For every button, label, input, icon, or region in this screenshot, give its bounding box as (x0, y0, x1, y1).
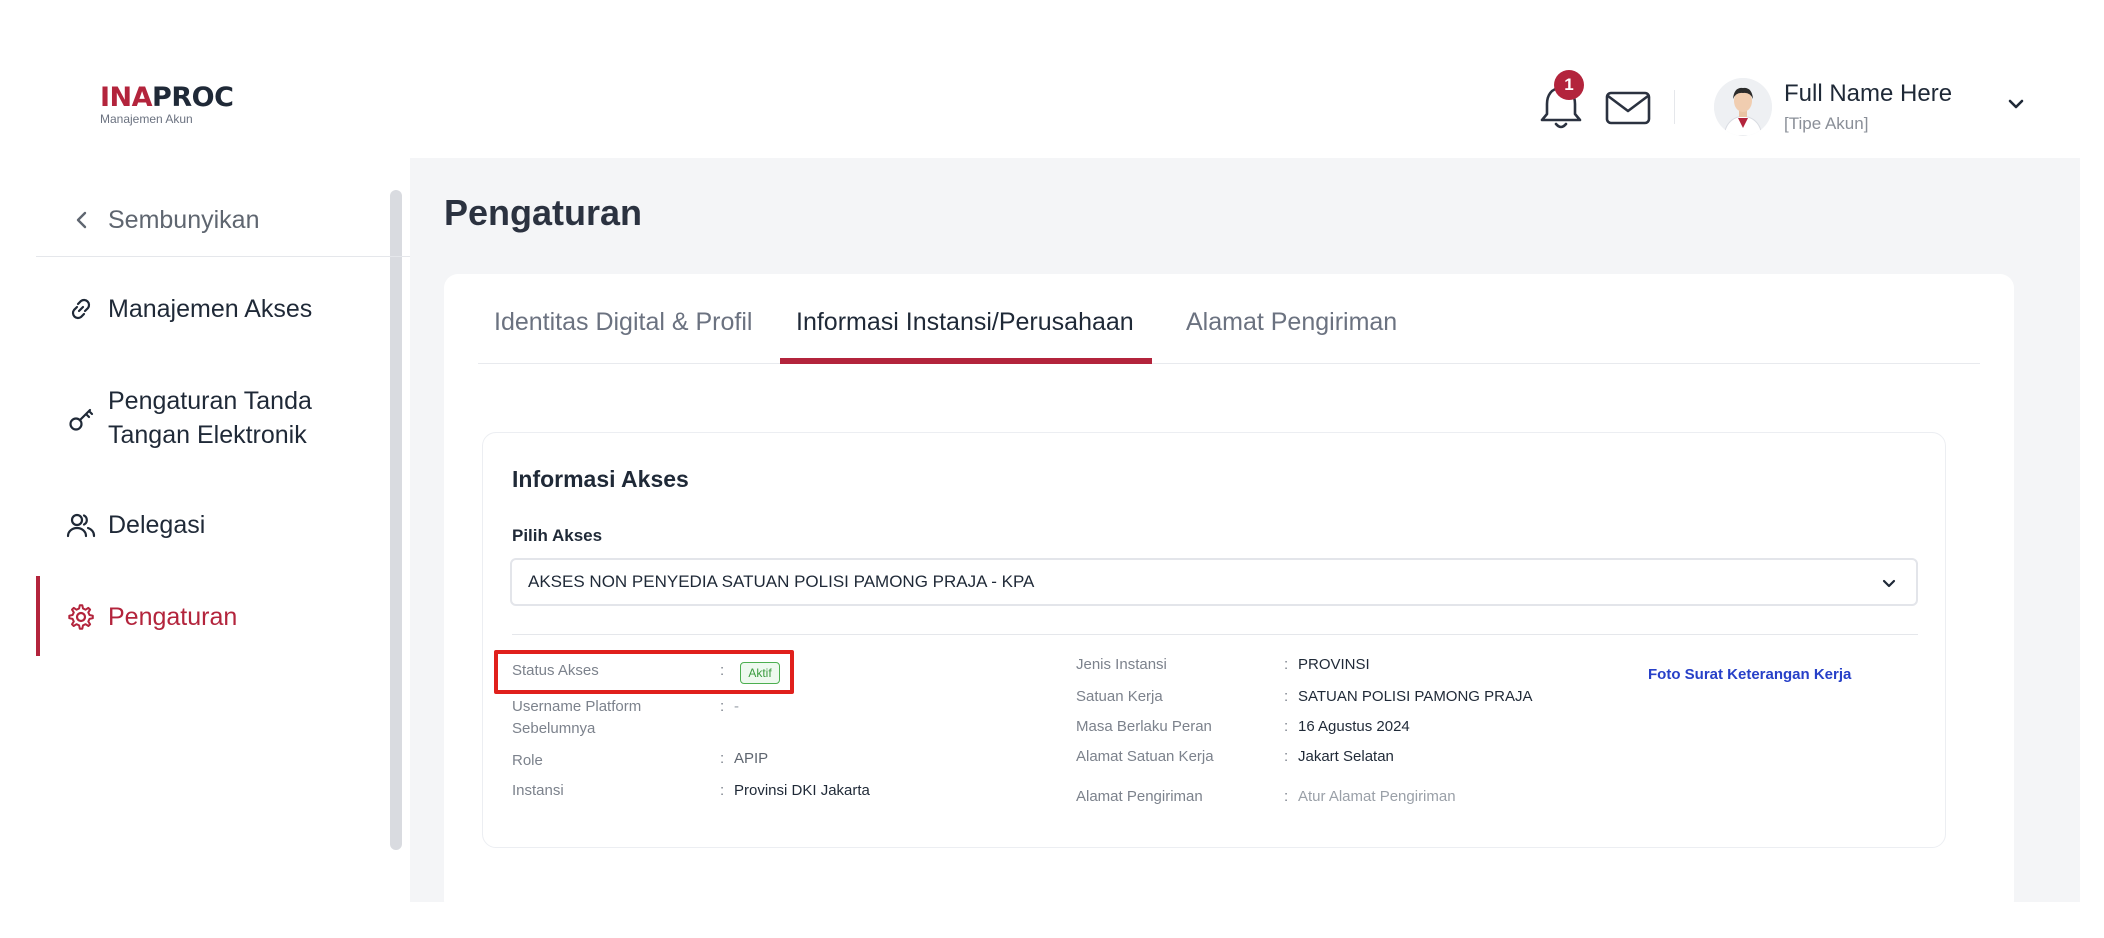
logo-proc-text: PROC (152, 82, 234, 113)
sidebar-item-manajemen-akses[interactable]: Manajemen Akses (66, 292, 312, 326)
user-name[interactable]: Full Name Here (1784, 80, 1952, 108)
alamat-satuan-kerja-label: Alamat Satuan Kerja (1076, 748, 1214, 765)
active-tab-indicator (780, 358, 1152, 364)
colon: : (1284, 688, 1289, 705)
role-value: APIP (734, 750, 769, 767)
sidebar-item-label: Delegasi (108, 511, 206, 539)
sidebar-item-pengaturan[interactable]: Pengaturan (66, 600, 237, 634)
sidebar-scrollbar[interactable] (390, 190, 402, 850)
tab-alamat-pengiriman[interactable]: Alamat Pengiriman (1186, 308, 1397, 337)
hide-sidebar-button[interactable]: Sembunyikan (72, 200, 259, 240)
sidebar-item-label: Manajemen Akses (108, 295, 313, 323)
select-value: AKSES NON PENYEDIA SATUAN POLISI PAMONG … (528, 572, 1035, 591)
active-nav-indicator (36, 576, 40, 656)
avatar[interactable] (1714, 78, 1772, 136)
chevron-down-icon (1882, 579, 1896, 588)
logo-subtitle: Manajemen Akun (100, 112, 193, 126)
chevron-down-icon[interactable] (2004, 92, 2028, 116)
tab-bar: Identitas Digital & Profil Informasi Ins… (478, 290, 1980, 364)
masa-berlaku-label: Masa Berlaku Peran (1076, 718, 1212, 735)
header-divider (1674, 90, 1675, 124)
key-icon (66, 402, 96, 436)
link-icon (66, 292, 96, 326)
notification-badge: 1 (1554, 70, 1584, 100)
informasi-akses-card (482, 432, 1946, 848)
colon: : (1284, 748, 1289, 765)
masa-berlaku-value: 16 Agustus 2024 (1298, 718, 1410, 735)
colon: : (1284, 718, 1289, 735)
gear-icon (66, 600, 96, 634)
sidebar-item-label: Pengaturan Tanda (108, 387, 312, 415)
users-icon (66, 508, 96, 542)
tab-informasi-instansi[interactable]: Informasi Instansi/Perusahaan (796, 308, 1134, 337)
card-title: Informasi Akses (512, 466, 689, 492)
page-title: Pengaturan (444, 192, 643, 233)
colon: : (720, 750, 725, 767)
mail-icon[interactable] (1604, 88, 1652, 128)
hide-sidebar-label: Sembunyikan (108, 205, 260, 234)
satuan-kerja-label: Satuan Kerja (1076, 688, 1163, 705)
sidebar-item-delegasi[interactable]: Delegasi (66, 508, 205, 542)
highlight-box (494, 650, 794, 694)
pilih-akses-label: Pilih Akses (512, 526, 603, 545)
tab-identitas-digital[interactable]: Identitas Digital & Profil (494, 308, 752, 337)
jenis-instansi-value: PROVINSI (1298, 656, 1370, 673)
role-label: Role (512, 752, 543, 769)
instansi-label: Instansi (512, 782, 564, 799)
foto-surat-keterangan-kerja-link[interactable]: Foto Surat Keterangan Kerja (1648, 666, 1851, 683)
instansi-value: Provinsi DKI Jakarta (734, 782, 870, 799)
sidebar-item-label: Pengaturan (108, 603, 238, 631)
top-header: INAPROC Manajemen Akun 1 Full Name Here … (36, 50, 2068, 158)
app-logo[interactable]: INAPROC Manajemen Akun (100, 82, 234, 127)
colon: : (1284, 656, 1289, 673)
colon: : (1284, 788, 1289, 805)
alamat-pengiriman-label: Alamat Pengiriman (1076, 788, 1203, 805)
card-divider (512, 634, 1918, 635)
chevron-left-icon (76, 211, 87, 229)
username-platform-value: - (734, 698, 739, 715)
pilih-akses-select[interactable]: AKSES NON PENYEDIA SATUAN POLISI PAMONG … (510, 558, 1918, 606)
atur-alamat-pengiriman-link[interactable]: Atur Alamat Pengiriman (1298, 788, 1456, 805)
alamat-satuan-kerja-value: Jakart Selatan (1298, 748, 1394, 765)
colon: : (720, 698, 725, 715)
colon: : (720, 782, 725, 799)
logo-ina-text: INA (100, 82, 153, 113)
sidebar-item-label-line2: Tangan Elektronik (108, 421, 307, 449)
sidebar-divider (36, 256, 410, 257)
sidebar-item-pengaturan-tanda-tangan[interactable]: Pengaturan Tanda Tangan Elektronik (66, 384, 312, 452)
user-type: [Tipe Akun] (1784, 114, 1869, 133)
jenis-instansi-label: Jenis Instansi (1076, 656, 1167, 673)
username-platform-label-line2: Sebelumnya (512, 720, 596, 737)
username-platform-label: Username Platform (512, 698, 642, 715)
satuan-kerja-value: SATUAN POLISI PAMONG PRAJA (1298, 688, 1533, 705)
